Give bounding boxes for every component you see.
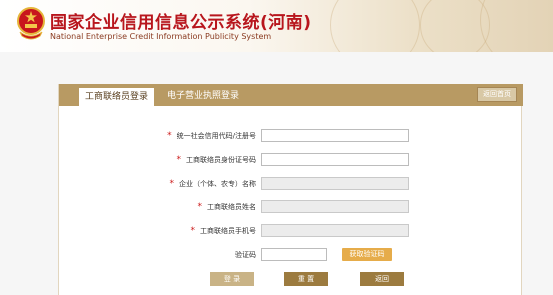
required-mark: * (176, 155, 182, 165)
captcha-row: 验证码 (120, 248, 256, 262)
tab-e-license-login[interactable]: 电子营业执照登录 (167, 90, 239, 103)
phone-row: * 工商联络员手机号 (120, 224, 257, 238)
id-number-row: * 工商联络员身份证号码 (120, 153, 257, 167)
national-emblem-icon (17, 7, 45, 40)
site-title: 国家企业信用信息公示系统(河南) (50, 13, 312, 33)
watermark-circle (330, 0, 420, 52)
required-mark: * (167, 131, 172, 141)
credit-code-label: * 统一社会信用代码/注册号 (167, 131, 256, 141)
tab-bar: 工商联络员登录 电子营业执照登录 返回首页 (59, 84, 523, 106)
company-name-label: * 企业（个体、农专）名称 (169, 179, 257, 189)
reset-button[interactable]: 重 置 (284, 272, 328, 286)
id-number-input[interactable] (261, 153, 409, 166)
company-name-input[interactable] (261, 177, 409, 190)
required-mark: * (190, 226, 196, 236)
id-number-label: * 工商联络员身份证号码 (176, 155, 257, 165)
required-mark: * (169, 179, 175, 189)
get-code-button[interactable]: 获取验证码 (342, 248, 392, 261)
liaison-name-row: * 工商联络员姓名 (120, 200, 257, 214)
watermark-circle (480, 0, 553, 52)
login-button[interactable]: 登 录 (210, 272, 254, 286)
site-subtitle: National Enterprise Credit Information P… (50, 32, 272, 41)
company-name-row: * 企业（个体、农专）名称 (120, 177, 257, 191)
liaison-name-label: * 工商联络员姓名 (197, 202, 257, 212)
tab-liaison-login[interactable]: 工商联络员登录 (79, 88, 154, 106)
back-button[interactable]: 返回 (360, 272, 404, 286)
credit-code-row: * 统一社会信用代码/注册号 (120, 129, 256, 143)
back-home-button[interactable]: 返回首页 (477, 87, 517, 102)
phone-label: * 工商联络员手机号 (190, 226, 257, 236)
liaison-name-input[interactable] (261, 200, 409, 213)
captcha-input[interactable] (261, 248, 327, 261)
captcha-label: 验证码 (235, 251, 256, 259)
phone-input[interactable] (261, 224, 409, 237)
credit-code-input[interactable] (261, 129, 409, 142)
site-header: 国家企业信用信息公示系统(河南) National Enterprise Cre… (0, 0, 553, 52)
required-mark: * (197, 202, 203, 212)
